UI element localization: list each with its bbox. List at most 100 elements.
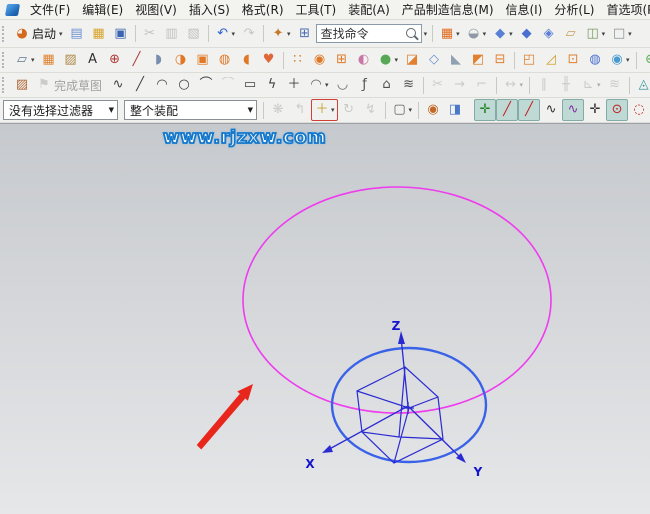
toolbar-grip[interactable] (2, 77, 7, 93)
chevron-down-icon[interactable]: ▾ (325, 81, 329, 89)
selection-scope-combo[interactable]: 整个装配▼ (124, 100, 257, 120)
sketch-button[interactable]: ▱▾ (11, 49, 38, 71)
chevron-down-icon[interactable]: ▾ (59, 30, 63, 38)
window-layout-button[interactable]: ▦▾ (436, 23, 463, 45)
ellipse-button[interactable]: ◡ (332, 74, 354, 96)
touch-tools-button[interactable]: ✦▾ (267, 23, 294, 45)
lasso-button[interactable]: ▢▾ (389, 99, 416, 121)
chevron-down-icon[interactable]: ▾ (626, 56, 630, 64)
background-button[interactable]: □▾ (608, 23, 635, 45)
search-icon[interactable] (406, 28, 416, 38)
chevron-down-icon[interactable]: ▾ (31, 56, 35, 64)
chevron-down-icon[interactable]: ▾ (509, 30, 513, 38)
chevron-down-icon[interactable]: ▾ (287, 30, 291, 38)
snap-center-button[interactable]: ⊙ (606, 99, 628, 121)
fit-view-button[interactable]: ◆ (516, 23, 538, 45)
pattern-swatch-button[interactable]: ▨ (60, 49, 82, 71)
sketch-style-button[interactable]: ▨ (11, 74, 33, 96)
wave-link-button[interactable]: ◉▾ (606, 49, 633, 71)
command-search-input[interactable] (321, 27, 405, 41)
text-button[interactable]: A (82, 49, 104, 71)
wcs-circle[interactable] (332, 348, 486, 462)
snap-circle-button[interactable]: ◌ (628, 99, 650, 121)
rectangle-button[interactable]: ▭ (239, 74, 261, 96)
draft-button[interactable]: ◿ (540, 49, 562, 71)
wcs-axes[interactable] (324, 337, 464, 461)
point-button[interactable]: ⊕ (104, 49, 126, 71)
x-axis[interactable] (324, 406, 408, 452)
shaded-analysis-button[interactable]: ◉ (422, 99, 444, 121)
sheet-button[interactable]: ◇ (423, 49, 445, 71)
fillet-curve-button[interactable]: ⌒ (195, 74, 217, 96)
move-face-button[interactable]: ◍ (584, 49, 606, 71)
command-finder-button[interactable]: ⊞ (294, 23, 316, 45)
chevron-down-icon[interactable]: ▾ (602, 30, 606, 38)
chevron-down-icon[interactable]: ▾ (628, 30, 632, 38)
line-button[interactable]: ╱ (129, 74, 151, 96)
chevron-down-icon[interactable]: ▾ (483, 30, 487, 38)
chevron-down-icon[interactable]: ▾ (520, 81, 524, 89)
snap-point-toggle[interactable]: ✛ (474, 99, 496, 121)
offset-curve-button[interactable]: ≋ (398, 74, 420, 96)
menu-pmi[interactable]: 产品制造信息(M) (396, 0, 500, 19)
chevron-down-icon[interactable]: ▾ (331, 106, 335, 114)
chevron-down-icon[interactable]: ▾ (395, 56, 399, 64)
menu-view[interactable]: 视图(V) (129, 0, 183, 19)
sketch-ellipse-curve[interactable] (243, 187, 551, 413)
selection-filter-combo[interactable]: 没有选择过滤器▼ (3, 100, 118, 120)
save-button[interactable]: ▣ (110, 23, 132, 45)
edge-blend-button[interactable]: ◪ (401, 49, 423, 71)
chevron-down-icon[interactable]: ▾ (422, 29, 430, 39)
menu-analysis[interactable]: 分析(L) (548, 0, 600, 19)
filter-plus-button[interactable]: ＋▾ (311, 99, 338, 121)
chevron-down-icon[interactable]: ▾ (232, 30, 236, 38)
new-file-button[interactable]: ▤ (66, 23, 88, 45)
undo-button[interactable]: ↶▾ (212, 23, 239, 45)
display-constraints-button[interactable]: ◬ (633, 74, 650, 96)
offset-face-button[interactable]: ⊟ (489, 49, 511, 71)
chevron-down-icon[interactable]: ▾ (456, 30, 460, 38)
unite-button[interactable]: ◉ (309, 49, 331, 71)
mirror-feature-button[interactable]: ◐ (353, 49, 375, 71)
emboss-button[interactable]: ♥ (258, 49, 280, 71)
polygon-button[interactable]: ⌂ (376, 74, 398, 96)
snap-midpoint-button[interactable]: ╱ (518, 99, 540, 121)
datum-axis-button[interactable]: ╱ (126, 49, 148, 71)
studio-spline-button[interactable]: ƒ (354, 74, 376, 96)
chevron-down-icon[interactable]: ▼ (108, 106, 115, 114)
menu-preferences[interactable]: 首选项(P) (600, 0, 650, 19)
extrude-button[interactable]: ◗ (148, 49, 170, 71)
chevron-down-icon[interactable]: ▾ (409, 106, 413, 114)
arc-button[interactable]: ◠ (151, 74, 173, 96)
trim-sheet-button[interactable]: ⊡ (562, 49, 584, 71)
boss-button[interactable]: ◍ (214, 49, 236, 71)
revolve-button[interactable]: ◑ (170, 49, 192, 71)
move-layer-button[interactable]: ◫▾ (582, 23, 609, 45)
chevron-down-icon[interactable]: ▼ (247, 106, 254, 114)
boolean-button[interactable]: ●▾ (375, 49, 402, 71)
sweep-button[interactable]: ◖ (236, 49, 258, 71)
polyline-button[interactable]: ϟ (261, 74, 283, 96)
shell-button[interactable]: ◰ (518, 49, 540, 71)
chamfer-button[interactable]: ◣ (445, 49, 467, 71)
snap-on-curve-button[interactable]: ∿ (540, 99, 562, 121)
trim-body-button[interactable]: ◩ (467, 49, 489, 71)
menu-format[interactable]: 格式(R) (236, 0, 290, 19)
snap-endpoint-button[interactable]: ╱ (496, 99, 518, 121)
pattern-geometry-button[interactable]: ⊞ (331, 49, 353, 71)
orient-view-button[interactable]: ◆▾ (489, 23, 516, 45)
wireframe-view-button[interactable]: ◈ (538, 23, 560, 45)
menu-edit[interactable]: 编辑(E) (76, 0, 129, 19)
sketch-point-button[interactable]: ＋ (283, 74, 305, 96)
menu-tools[interactable]: 工具(T) (290, 0, 343, 19)
show-hide-button[interactable]: ▱ (560, 23, 582, 45)
profile-button[interactable]: ∿ (107, 74, 129, 96)
circle-button[interactable]: ○ (173, 74, 195, 96)
y-axis[interactable] (408, 406, 464, 461)
snap-defining-point-button[interactable]: ✛ (584, 99, 606, 121)
menu-information[interactable]: 信息(I) (500, 0, 549, 19)
assembly-cut-button[interactable]: ⊕▾ (640, 49, 650, 71)
render-style-button[interactable]: ◒▾ (463, 23, 490, 45)
chevron-down-icon[interactable]: ▾ (597, 81, 601, 89)
toolbar-grip[interactable] (2, 26, 7, 42)
